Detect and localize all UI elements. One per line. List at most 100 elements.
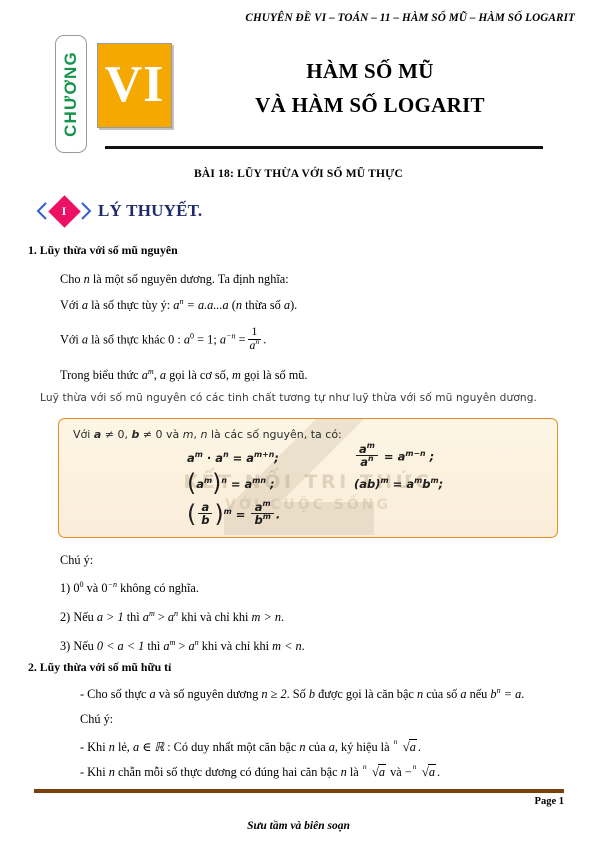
lesson-title: BÀI 18: LŨY THỪA VỚI SỐ MŨ THỰC bbox=[193, 168, 404, 180]
chapter-badge: CHƯƠNG VI bbox=[55, 35, 190, 155]
math-relation: > bbox=[178, 639, 186, 653]
text: . bbox=[281, 610, 285, 624]
math-var-n: n bbox=[340, 765, 347, 779]
math-condition: n ≥ 2 bbox=[261, 687, 287, 701]
math-var-a: a bbox=[81, 332, 89, 347]
radical-index: n bbox=[362, 761, 367, 771]
paragraph-even-root: - Khi n chẵn mỗi số thực dương có đúng h… bbox=[80, 761, 440, 780]
math-exp-n: n bbox=[255, 336, 260, 346]
chapter-word-frame: CHƯƠNG bbox=[55, 35, 87, 153]
note-item-3: 3) Nếu 0 < a < 1 thì am > an khi và chỉ … bbox=[60, 637, 305, 653]
running-header: CHUYÊN ĐỀ VI – TOÁN – 11 – HÀM SỐ MŨ – H… bbox=[245, 12, 575, 24]
note-item-2: 2) Nếu a > 1 thì am > an khi và chỉ khi … bbox=[60, 609, 285, 624]
text: - Cho số thực bbox=[80, 687, 147, 701]
math-eq: = bbox=[238, 332, 246, 347]
scanned-note-text: Luỹ thừa với số mũ nguyên có các tinh ch… bbox=[40, 392, 538, 404]
text: ). bbox=[290, 298, 298, 312]
text: 1) bbox=[60, 581, 71, 595]
formula-quotient: am an = am−n ; bbox=[354, 441, 434, 470]
text: khi và chỉ khi bbox=[201, 639, 270, 653]
text: thì bbox=[126, 610, 140, 624]
formula-quotient-power: (a b)m = am bm. bbox=[187, 498, 281, 528]
title-divider bbox=[105, 146, 543, 149]
paragraph-terminology: Trong biểu thức am, a gọi là cơ số, m gọ… bbox=[60, 367, 308, 382]
math-eq: = 1; bbox=[197, 332, 217, 347]
formula-power-of-power: (am)n = amn ; bbox=[187, 469, 275, 498]
chapter-word: CHƯƠNG bbox=[61, 51, 80, 137]
math-var-a: a bbox=[81, 298, 89, 312]
text: gọi là cơ số, bbox=[169, 368, 229, 382]
text: 2) Nếu bbox=[60, 610, 94, 624]
text: . Số bbox=[286, 687, 306, 701]
math-exp-neg-n: −n bbox=[107, 579, 117, 589]
page-title: HÀM SỐ MŨ VÀ HÀM SỐ LOGARIT bbox=[180, 55, 560, 122]
math-var-a: a bbox=[460, 687, 467, 701]
math-exp-0: 0 bbox=[79, 579, 84, 589]
text: là số thực tùy ý: bbox=[91, 298, 171, 312]
text: được gọi là căn bậc bbox=[318, 687, 414, 701]
text: của bbox=[308, 740, 326, 754]
footer-divider bbox=[34, 789, 564, 793]
text: không có nghĩa. bbox=[120, 581, 199, 595]
text: , ký hiệu là bbox=[334, 740, 390, 754]
math-radical: n √a bbox=[412, 761, 437, 779]
note-item-1: 1) 00 và 0−n không có nghĩa. bbox=[60, 579, 199, 595]
chapter-number-box: VI bbox=[97, 43, 172, 128]
math-var-m: m bbox=[231, 368, 241, 382]
text: 0 : bbox=[168, 332, 181, 347]
formula-product-power: (ab)m = ambm; bbox=[354, 476, 444, 491]
page-number: Page 1 bbox=[534, 796, 564, 807]
math-exp-n: n bbox=[179, 296, 184, 306]
math-var-n: n bbox=[108, 740, 115, 754]
math-condition: 0 < a < 1 bbox=[96, 639, 145, 653]
math-exp-n: n bbox=[194, 637, 199, 647]
text: nếu bbox=[469, 687, 488, 701]
text: của số bbox=[426, 687, 458, 701]
paragraph-zero-negative-power: Với a là số thực khác 0 : a0 = 1; a−n = 1… bbox=[60, 325, 266, 354]
text: Cho bbox=[60, 272, 81, 286]
math-var-n: n bbox=[83, 272, 90, 286]
text: 3) Nếu bbox=[60, 639, 94, 653]
notes-label-1: Chú ý: bbox=[60, 553, 94, 567]
radical-index: n bbox=[393, 736, 398, 746]
text: là số thực khác bbox=[91, 332, 166, 347]
text: và bbox=[86, 581, 99, 595]
paragraph-odd-root: - Khi n lẻ, a ∈ ℝ : Có duy nhất một căn … bbox=[80, 736, 421, 755]
text: Trong biểu thức bbox=[60, 368, 139, 382]
subheading-part2: 2. Lũy thừa với số mũ hữu tỉ bbox=[28, 660, 172, 674]
text: Với bbox=[73, 428, 94, 441]
math-exp-m: m bbox=[169, 637, 176, 647]
document-page: CHUYÊN ĐỀ VI – TOÁN – 11 – HÀM SỐ MŨ – H… bbox=[0, 0, 597, 850]
watermark-line1: KẾT NỐI TRI THỨC bbox=[183, 471, 433, 493]
text: : Có duy nhất một căn bậc bbox=[167, 740, 297, 754]
math-exp-n: n bbox=[496, 685, 501, 695]
text: chẵn mỗi số thực dương có đúng hai căn b… bbox=[117, 765, 338, 779]
math-radical: n √a bbox=[393, 736, 417, 754]
math-minus: − bbox=[404, 765, 412, 779]
subheading-part1: 1. Lũy thừa với số mũ nguyên bbox=[28, 243, 178, 257]
text: và số nguyên dương bbox=[158, 687, 259, 701]
text: là các số nguyên, ta có: bbox=[207, 428, 342, 441]
math-inequality: m < n bbox=[272, 639, 302, 653]
footer-credit: Sưu tầm và biên soạn bbox=[247, 820, 350, 832]
text: ≠ 0, bbox=[101, 428, 132, 441]
notes-label-2: Chú ý: bbox=[80, 712, 114, 726]
paragraph-definition-intro: Cho n là một số nguyên dương. Ta định ng… bbox=[60, 272, 289, 286]
text: , bbox=[153, 368, 157, 382]
math-exp-neg-n: −n bbox=[225, 331, 236, 341]
math-var-n: n bbox=[299, 740, 306, 754]
text: . bbox=[417, 740, 421, 754]
math-membership: a ∈ ℝ bbox=[132, 740, 165, 754]
page-title-line1: HÀM SỐ MŨ bbox=[306, 59, 434, 83]
formula-box-lead: Với a ≠ 0, b ≠ 0 và m, n là các số nguyê… bbox=[73, 428, 342, 441]
text: thì bbox=[147, 639, 161, 653]
text: gọi là số mũ. bbox=[243, 368, 308, 382]
chapter-number: VI bbox=[104, 55, 165, 113]
text: - Khi bbox=[80, 740, 106, 754]
radicand: a bbox=[428, 765, 436, 779]
formula-product: am · an = am+n; bbox=[187, 450, 279, 465]
radical-index: n bbox=[412, 761, 417, 771]
text: . bbox=[521, 687, 525, 701]
text: . bbox=[301, 639, 305, 653]
text: là một số nguyên dương. Ta định nghĩa: bbox=[92, 272, 289, 286]
